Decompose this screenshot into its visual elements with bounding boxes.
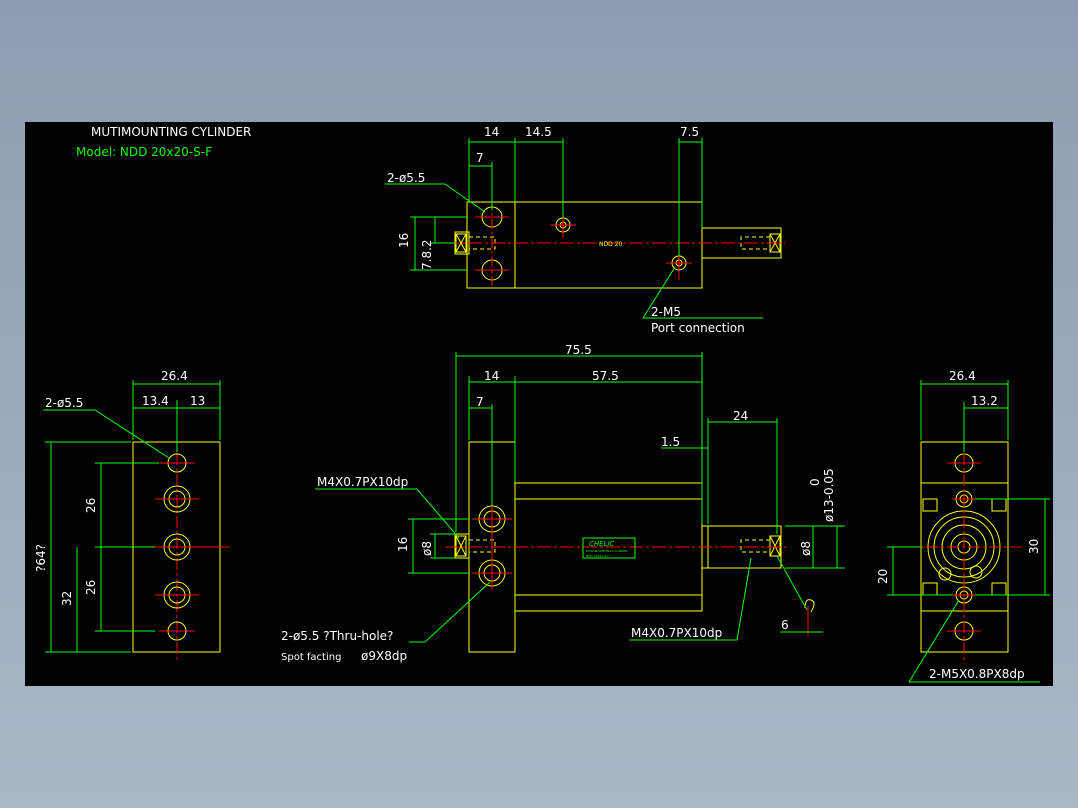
left-dim-26a: 26 — [84, 498, 98, 513]
right-dim-13-2: 13.2 — [971, 394, 998, 408]
title-line-1: MUTIMOUNTING CYLINDER — [91, 125, 251, 139]
top-end-cap — [466, 201, 516, 289]
front-dim-7: 7 — [476, 395, 484, 409]
top-view: NDD 20 14 14.5 7.5 7 16 7.8.2 2-ø5.5 2-M… — [385, 125, 785, 335]
front-dim-16: 16 — [396, 537, 410, 552]
front-holes-label: 2-ø5.5 ?Thru-hole? — [281, 629, 393, 643]
top-dim-14-5: 14.5 — [525, 125, 552, 139]
top-dim-14: 14 — [484, 125, 499, 139]
right-dim-20: 20 — [876, 569, 890, 584]
front-thread-right: M4X0.7PX10dp — [631, 626, 722, 640]
front-dim-8b: ø8 — [799, 541, 813, 556]
front-dim-75-5: 75.5 — [565, 343, 592, 357]
title-line-2: Model: NDD 20x20-S-F — [76, 145, 212, 159]
front-spot-dim: ø9X8dp — [361, 649, 407, 663]
left-dim-26-4: 26.4 — [161, 369, 188, 383]
brand-model: NDD 20x20-S-F — [586, 554, 609, 558]
front-thread-left: M4X0.7PX10dp — [317, 475, 408, 489]
left-dim-13-4: 13.4 — [142, 394, 169, 408]
top-holes-label: 2-ø5.5 — [387, 171, 425, 185]
left-view: 26.4 13.4 13 26 26 32 ?64? 2-ø5.5 — [34, 369, 230, 662]
cad-viewport-background: MUTIMOUNTING CYLINDER Model: NDD 20x20-S… — [0, 0, 1078, 808]
left-dim-13: 13 — [190, 394, 205, 408]
top-port-desc: Port connection — [651, 321, 745, 335]
top-model-mark: NDD 20 — [599, 241, 622, 248]
brand-name: CHELIC — [589, 540, 615, 548]
brand-sub: MULTIMOUNTING CYLINDER — [586, 549, 627, 553]
right-dim-26-4: 26.4 — [949, 369, 976, 383]
front-dim-24: 24 — [733, 409, 748, 423]
front-spot-label: Spot facting — [281, 652, 341, 663]
front-dim-6: 6 — [781, 618, 789, 632]
left-dim-26b: 26 — [84, 580, 98, 595]
top-dim-7: 7 — [476, 151, 484, 165]
front-dim-1-5: 1.5 — [661, 435, 680, 449]
right-thread-label: 2-M5X0.8PX8dp — [929, 667, 1025, 681]
cylinder-drawing: MUTIMOUNTING CYLINDER Model: NDD 20x20-S… — [34, 125, 1050, 683]
cad-drawing-canvas[interactable]: MUTIMOUNTING CYLINDER Model: NDD 20x20-S… — [25, 122, 1053, 686]
top-dim-7-5: 7.5 — [680, 125, 699, 139]
right-dim-30: 30 — [1027, 539, 1041, 554]
left-dim-64: ?64? — [34, 544, 48, 572]
top-dim-16: 16 — [397, 233, 411, 248]
front-dim-14: 14 — [484, 369, 499, 383]
front-dim-57-5: 57.5 — [592, 369, 619, 383]
front-dim-13: ø13-0.05 — [822, 468, 836, 522]
right-view: 26.4 13.2 30 20 2-M5X0.8PX8dp — [876, 369, 1050, 683]
top-port-label: 2-M5 — [651, 305, 681, 319]
left-dim-32: 32 — [60, 591, 74, 606]
top-dim-7-8-2: 7.8.2 — [420, 239, 434, 270]
front-view: CHELIC MULTIMOUNTING CYLINDER NDD 20x20-… — [281, 343, 845, 663]
front-dim-8a: ø8 — [420, 541, 434, 556]
front-dim-13-upper: 0 — [808, 478, 822, 486]
left-holes-label: 2-ø5.5 — [45, 396, 83, 410]
